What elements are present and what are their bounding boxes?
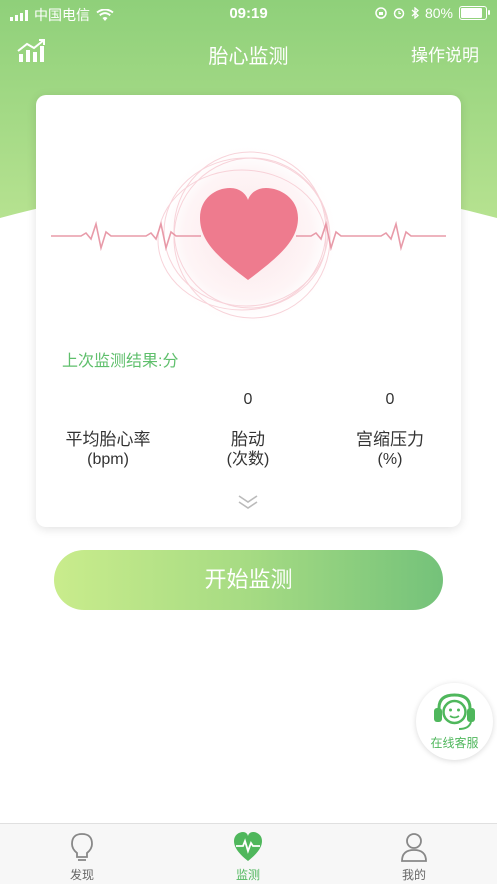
tab-label: 发现 xyxy=(69,868,94,882)
navigation-bar: 胎心监测 操作说明 xyxy=(0,30,497,74)
lightbulb-icon xyxy=(71,833,93,861)
tab-monitor[interactable]: 监测 xyxy=(188,824,308,884)
tab-bar: 发现 监测 我的 xyxy=(0,823,497,884)
stat-value: 0 xyxy=(243,391,253,408)
tab-label: 我的 xyxy=(401,868,426,882)
heart-pulse-icon xyxy=(234,832,262,861)
alarm-icon xyxy=(393,8,405,19)
heart-visual xyxy=(36,140,461,330)
tab-mine[interactable]: 我的 xyxy=(354,824,474,884)
stat-contraction: 0 宫缩压力 (%) xyxy=(320,391,460,470)
stat-label: 胎动 xyxy=(231,430,265,449)
status-bar: 中国电信 09:19 80% xyxy=(0,0,497,28)
stat-unit: (bpm) xyxy=(87,451,129,468)
battery-icon xyxy=(459,6,490,20)
stat-fetal-movement: 0 胎动 (次数) xyxy=(178,391,318,470)
customer-service-button[interactable]: 在线客服 xyxy=(416,683,493,760)
monitor-card: 上次监测结果:分 0 平均胎心率 (bpm) 0 胎动 (次数) 0 宫缩压力 … xyxy=(36,95,461,527)
battery-percent: 80% xyxy=(424,5,453,21)
start-monitoring-button[interactable]: 开始监测 xyxy=(54,550,443,610)
stat-unit: (%) xyxy=(377,451,403,468)
stat-heart-rate: 0 平均胎心率 (bpm) xyxy=(38,391,178,470)
expand-button[interactable] xyxy=(236,493,260,511)
tab-label: 监测 xyxy=(235,868,260,882)
stat-unit: (次数) xyxy=(226,451,270,468)
bluetooth-icon xyxy=(411,7,419,19)
instructions-link[interactable]: 操作说明 xyxy=(411,41,479,66)
stat-label: 宫缩压力 xyxy=(356,430,424,449)
tab-discover[interactable]: 发现 xyxy=(22,824,142,884)
person-icon xyxy=(401,833,427,862)
double-chevron-down-icon xyxy=(238,495,258,509)
customer-service-label: 在线客服 xyxy=(430,736,479,750)
orientation-lock-icon xyxy=(375,7,387,19)
stat-label: 平均胎心率 xyxy=(65,430,151,449)
stat-value: 0 xyxy=(385,391,395,408)
headset-icon xyxy=(434,693,475,730)
last-result-label: 上次监测结果:分 xyxy=(62,353,179,370)
